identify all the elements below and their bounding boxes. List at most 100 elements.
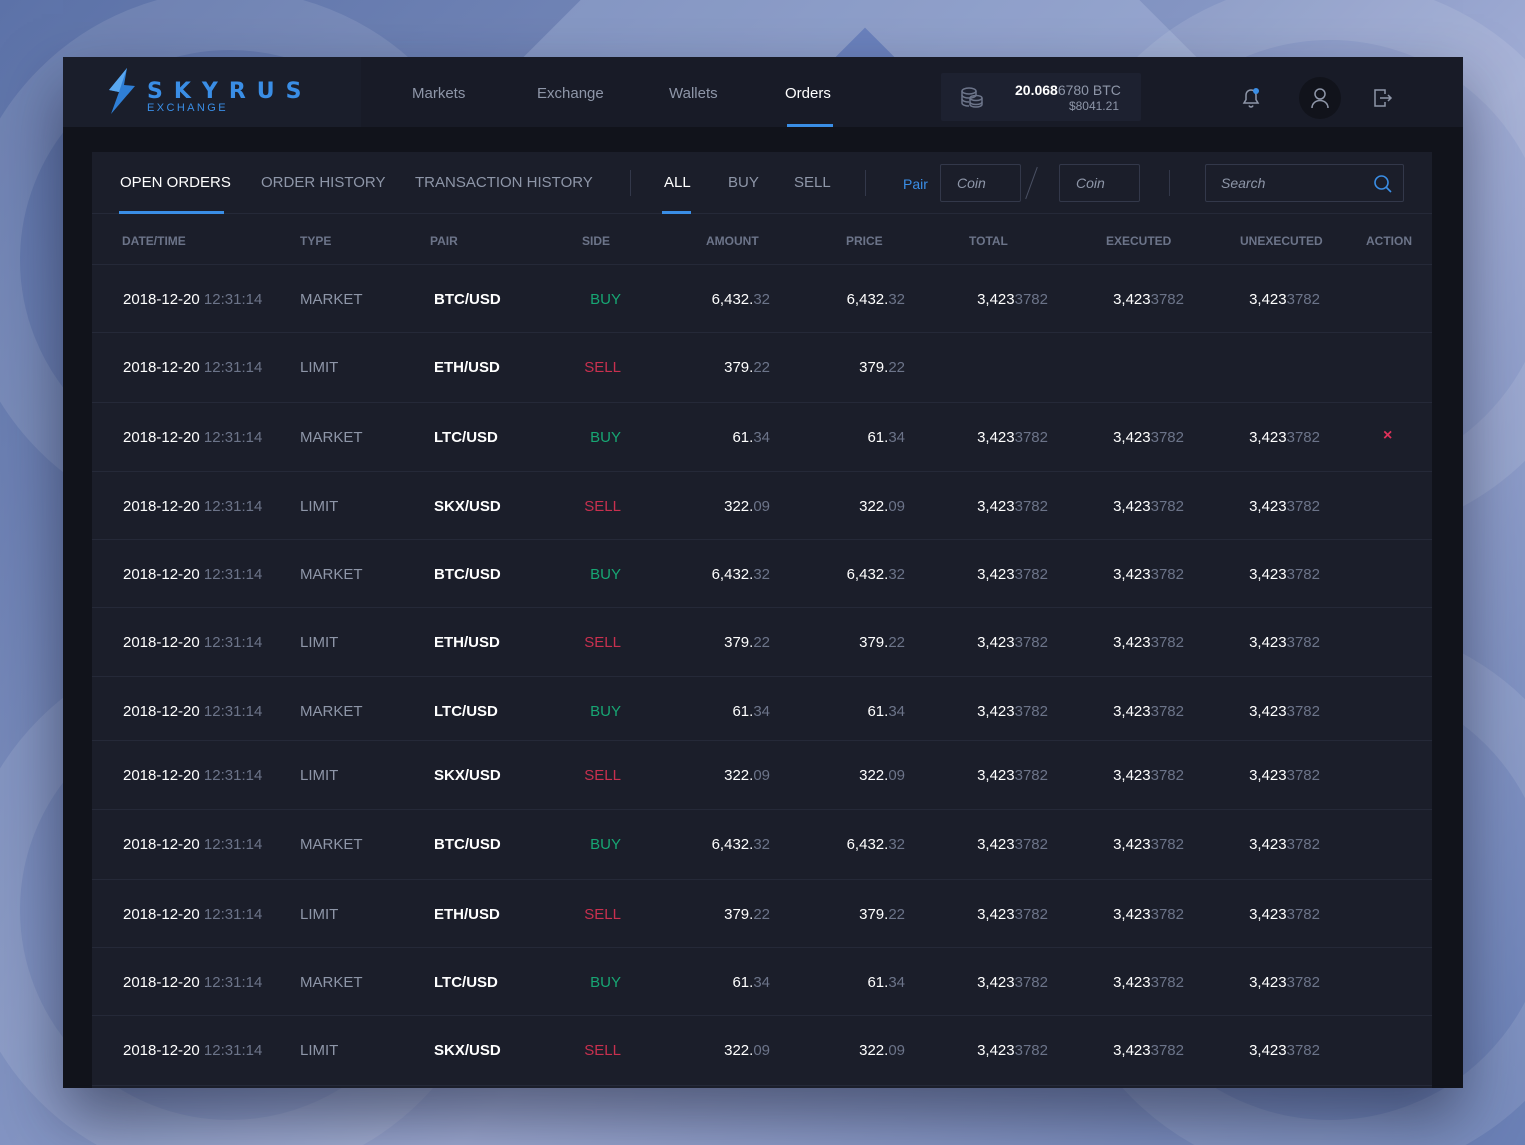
order-datetime: 2018-12-20 12:31:14	[123, 767, 263, 784]
order-price: 379.22	[859, 634, 905, 651]
quote-coin-input[interactable]	[1059, 164, 1140, 202]
order-pair: ETH/USD	[434, 634, 500, 651]
order-price: 6,432.32	[846, 836, 905, 853]
order-datetime: 2018-12-20 12:31:14	[123, 1042, 263, 1059]
notifications-button[interactable]	[1230, 77, 1272, 119]
order-amount: 322.09	[724, 1042, 770, 1059]
order-datetime: 2018-12-20 12:31:14	[123, 634, 263, 651]
tab-order-history[interactable]: ORDER HISTORY	[261, 174, 385, 191]
order-type: MARKET	[300, 974, 363, 991]
profile-button[interactable]	[1299, 77, 1341, 119]
nav-exchange[interactable]: Exchange	[537, 85, 604, 102]
divider	[865, 170, 866, 196]
logo[interactable]: SKYRUS EXCHANGE	[63, 57, 361, 127]
order-pair: BTC/USD	[434, 291, 501, 308]
table-row[interactable]: 2018-12-20 12:31:14 MARKET LTC/USD BUY 61.34…	[92, 403, 1432, 472]
brand-subtitle: EXCHANGE	[147, 102, 228, 114]
filter-sell[interactable]: SELL	[794, 174, 831, 191]
col-unexecuted[interactable]: UNEXECUTED	[1240, 234, 1323, 248]
search-icon[interactable]	[1373, 174, 1393, 194]
order-price: 61.34	[867, 703, 905, 720]
filter-all[interactable]: ALL	[664, 174, 691, 191]
logout-button[interactable]	[1362, 77, 1404, 119]
order-price: 322.09	[859, 1042, 905, 1059]
order-side: BUY	[590, 836, 621, 853]
order-type: MARKET	[300, 703, 363, 720]
nav-markets[interactable]: Markets	[412, 85, 465, 102]
col-executed[interactable]: EXECUTED	[1106, 234, 1171, 248]
table-row[interactable]: 2018-12-20 12:31:14 MARKET LTC/USD BUY 61.34…	[92, 677, 1432, 741]
order-unexecuted: 3,4233782	[1249, 634, 1320, 651]
order-side: SELL	[584, 906, 621, 923]
bell-icon	[1242, 88, 1260, 108]
col-price[interactable]: PRICE	[846, 234, 883, 248]
table-row[interactable]: 2018-12-20 12:31:14 MARKET BTC/USD BUY 6,432…	[92, 810, 1432, 880]
col-datetime[interactable]: DATE/TIME	[122, 234, 186, 248]
table-row[interactable]: 2018-12-20 12:31:14 MARKET BTC/USD BUY 6,432…	[92, 540, 1432, 608]
col-type[interactable]: TYPE	[300, 234, 331, 248]
orders-panel: OPEN ORDERS ORDER HISTORY TRANSACTION HI…	[92, 152, 1432, 1088]
order-amount: 379.22	[724, 359, 770, 376]
order-unexecuted: 3,4233782	[1249, 498, 1320, 515]
table-row[interactable]: 2018-12-20 12:31:14 LIMIT ETH/USD SELL 379.2…	[92, 333, 1432, 403]
order-unexecuted: 3,4233782	[1249, 291, 1320, 308]
order-executed: 3,4233782	[1113, 1042, 1184, 1059]
order-amount: 6,432.32	[711, 291, 770, 308]
search-field	[1205, 164, 1404, 202]
order-total: 3,4233782	[977, 1042, 1048, 1059]
search-input[interactable]	[1206, 165, 1366, 201]
order-side: BUY	[590, 291, 621, 308]
table-row[interactable]: 2018-12-20 12:31:14 LIMIT SKX/USD SELL 322.0…	[92, 472, 1432, 540]
table-row[interactable]: 2018-12-20 12:31:14 MARKET BTC/USD BUY 6,432…	[92, 265, 1432, 333]
col-total[interactable]: TOTAL	[969, 234, 1008, 248]
table-row[interactable]: 2018-12-20 12:31:14 LIMIT SKX/USD SELL 322.0…	[92, 1016, 1432, 1086]
order-amount: 61.34	[732, 429, 770, 446]
divider	[1169, 170, 1170, 196]
order-pair: BTC/USD	[434, 836, 501, 853]
lightning-logo-icon	[109, 68, 135, 114]
order-pair: LTC/USD	[434, 429, 498, 446]
order-total: 3,4233782	[977, 767, 1048, 784]
order-type: LIMIT	[300, 359, 339, 376]
order-pair: ETH/USD	[434, 359, 500, 376]
col-pair[interactable]: PAIR	[430, 234, 458, 248]
table-row[interactable]: 2018-12-20 12:31:14 LIMIT ETH/USD SELL 379.2…	[92, 880, 1432, 948]
order-unexecuted: 3,4233782	[1249, 974, 1320, 991]
order-executed: 3,4233782	[1113, 291, 1184, 308]
nav-orders[interactable]: Orders	[785, 85, 831, 102]
table-row[interactable]: 2018-12-20 12:31:14 MARKET LTC/USD BUY 61.34…	[92, 948, 1432, 1016]
order-price: 322.09	[859, 498, 905, 515]
col-side[interactable]: SIDE	[582, 234, 610, 248]
brand-name: SKYRUS	[147, 79, 313, 104]
order-total: 3,4233782	[977, 291, 1048, 308]
order-price: 61.34	[867, 429, 905, 446]
order-datetime: 2018-12-20 12:31:14	[123, 906, 263, 923]
order-price: 322.09	[859, 767, 905, 784]
order-total: 3,4233782	[977, 906, 1048, 923]
table-row[interactable]: 2018-12-20 12:31:14 LIMIT ETH/USD SELL 379.2…	[92, 608, 1432, 677]
top-header: SKYRUS EXCHANGE Markets Exchange Wallets…	[63, 57, 1463, 127]
divider	[630, 170, 631, 196]
order-pair: BTC/USD	[434, 566, 501, 583]
order-executed: 3,4233782	[1113, 566, 1184, 583]
wallet-balance[interactable]: 20.0686780 BTC $8041.21	[941, 73, 1141, 121]
col-amount[interactable]: AMOUNT	[706, 234, 759, 248]
table-row[interactable]: 2018-12-20 12:31:14 LIMIT SKX/USD SELL 322.0…	[92, 741, 1432, 810]
pair-filter-label: Pair	[903, 176, 928, 192]
order-total: 3,4233782	[977, 634, 1048, 651]
cancel-order-icon[interactable]: ×	[1383, 427, 1392, 445]
order-pair: SKX/USD	[434, 498, 501, 515]
filter-buy[interactable]: BUY	[728, 174, 759, 191]
logout-icon	[1374, 89, 1393, 107]
btc-balance: 20.0686780 BTC	[1015, 82, 1121, 98]
app-window: SKYRUS EXCHANGE Markets Exchange Wallets…	[63, 57, 1463, 1088]
order-total: 3,4233782	[977, 498, 1048, 515]
order-executed: 3,4233782	[1113, 703, 1184, 720]
nav-wallets[interactable]: Wallets	[669, 85, 718, 102]
base-coin-input[interactable]	[940, 164, 1021, 202]
order-datetime: 2018-12-20 12:31:14	[123, 703, 263, 720]
tab-transaction-history[interactable]: TRANSACTION HISTORY	[415, 174, 593, 191]
tab-open-orders[interactable]: OPEN ORDERS	[120, 174, 231, 191]
order-pair: LTC/USD	[434, 703, 498, 720]
nav-active-indicator	[787, 124, 833, 127]
